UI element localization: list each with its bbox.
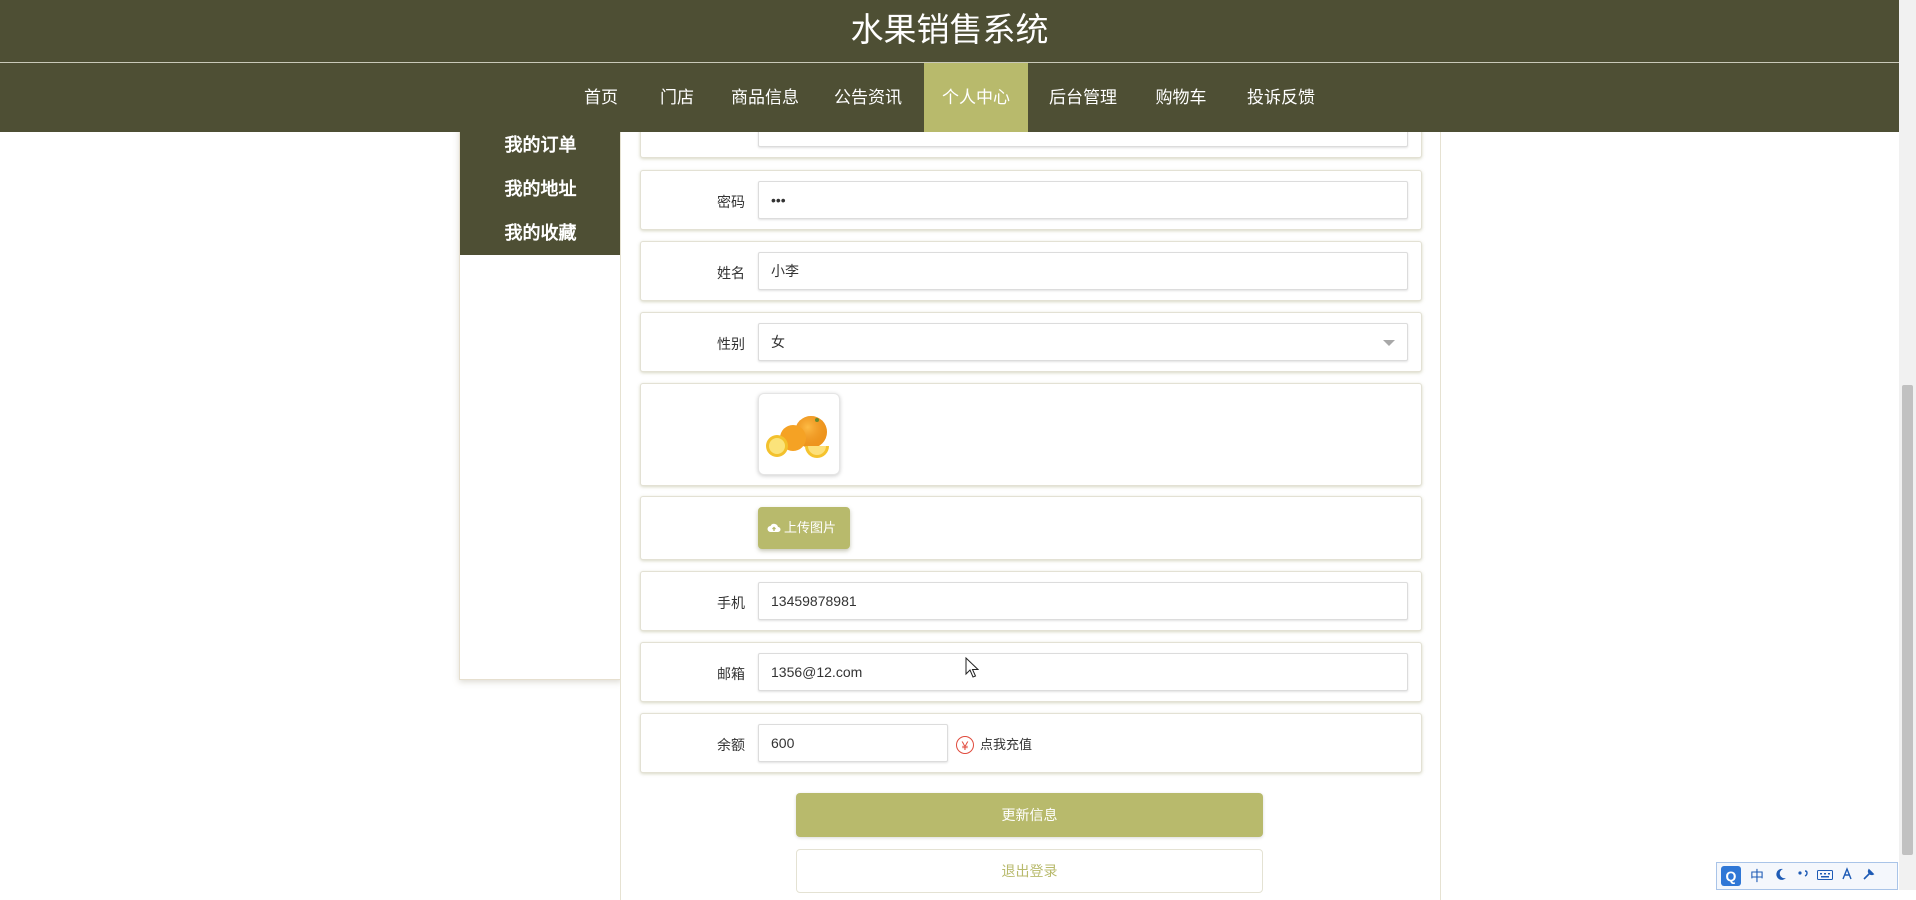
ime-logo-icon[interactable]: Q <box>1721 866 1741 886</box>
balance-field[interactable]: 600 <box>758 724 948 762</box>
gender-label: 性别 <box>717 336 745 352</box>
sidebar-item-addresses[interactable]: 我的地址 <box>460 175 621 201</box>
moon-icon[interactable] <box>1771 866 1791 886</box>
nav-item-cart[interactable]: 购物车 <box>1148 63 1214 132</box>
ime-mode-toggle[interactable]: 中 <box>1747 866 1767 886</box>
sidebar-item-orders[interactable]: 我的订单 <box>460 131 621 157</box>
avatar-image[interactable] <box>758 393 840 475</box>
punctuation-icon[interactable] <box>1793 866 1813 886</box>
gender-select-value: 女 <box>771 334 785 350</box>
orange-fruit-icon <box>766 416 829 458</box>
nav-item-store[interactable]: 门店 <box>652 63 702 132</box>
update-info-button[interactable]: 更新信息 <box>796 793 1263 837</box>
upload-image-label: 上传图片 <box>784 520 837 535</box>
ime-toolbar: Q 中 <box>1716 862 1898 890</box>
nav-item-personal-center[interactable]: 个人中心 <box>924 63 1028 132</box>
nav-item-products[interactable]: 商品信息 <box>725 63 805 132</box>
password-field[interactable]: ••• <box>758 181 1408 219</box>
nav-item-news[interactable]: 公告资讯 <box>828 63 908 132</box>
recharge-link[interactable]: 点我充值 <box>980 736 1032 754</box>
mouse-cursor-icon <box>965 657 979 678</box>
form-row-balance: 余额 600 ¥ 点我充值 <box>640 713 1422 773</box>
name-label: 姓名 <box>717 265 745 281</box>
nav-item-complaint[interactable]: 投诉反馈 <box>1241 63 1321 132</box>
form-row-name: 姓名 小李 <box>640 241 1422 301</box>
site-header: 水果销售系统 首页 门店 商品信息 公告资讯 个人中心 后台管理 购物车 投诉反… <box>0 0 1899 132</box>
email-label: 邮箱 <box>717 666 745 682</box>
yuan-icon[interactable]: ¥ <box>956 736 974 754</box>
page-scrollbar[interactable] <box>1899 0 1916 890</box>
balance-label: 余额 <box>717 737 745 753</box>
main-nav: 首页 门店 商品信息 公告资讯 个人中心 后台管理 购物车 投诉反馈 <box>0 63 1899 132</box>
gender-select[interactable]: 女 <box>758 323 1408 361</box>
email-field[interactable]: 1356@12.com <box>758 653 1408 691</box>
logout-button[interactable]: 退出登录 <box>796 849 1263 893</box>
name-field[interactable]: 小李 <box>758 252 1408 290</box>
cloud-upload-icon <box>767 523 781 532</box>
nav-item-admin[interactable]: 后台管理 <box>1043 63 1123 132</box>
chevron-down-icon <box>1383 340 1395 346</box>
upload-image-button[interactable]: 上传图片 <box>758 507 850 549</box>
form-row-avatar <box>640 383 1422 486</box>
sidebar-item-favorites[interactable]: 我的收藏 <box>460 219 621 245</box>
password-label: 密码 <box>717 194 745 210</box>
sidebar: 我的订单 我的地址 我的收藏 <box>459 100 622 680</box>
phone-label: 手机 <box>717 595 745 611</box>
site-title: 水果销售系统 <box>850 11 1049 48</box>
scrollbar-thumb[interactable] <box>1902 385 1913 855</box>
keyboard-icon[interactable] <box>1815 866 1835 886</box>
form-row-gender: 性别 女 <box>640 312 1422 372</box>
nav-item-home[interactable]: 首页 <box>572 63 630 132</box>
toolbox-icon[interactable] <box>1859 866 1879 886</box>
phone-field[interactable]: 13459878981 <box>758 582 1408 620</box>
form-row-phone: 手机 13459878981 <box>640 571 1422 631</box>
skin-icon[interactable] <box>1837 866 1857 886</box>
form-row-email: 邮箱 1356@12.com <box>640 642 1422 702</box>
form-row-password: 密码 ••• <box>640 170 1422 230</box>
form-row-upload: 上传图片 <box>640 496 1422 560</box>
